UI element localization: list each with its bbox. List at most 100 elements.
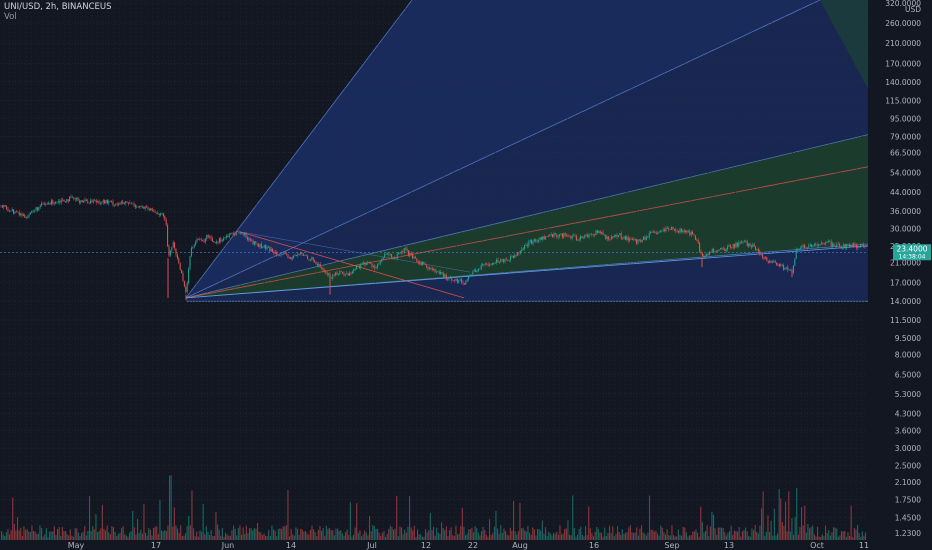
volume-bar bbox=[377, 528, 379, 540]
candle-body bbox=[291, 257, 293, 260]
time-tick-label: 16 bbox=[589, 541, 599, 550]
candle-body bbox=[423, 261, 425, 264]
candle-body bbox=[745, 240, 747, 242]
volume-bar bbox=[799, 527, 801, 540]
volume-bar bbox=[623, 534, 625, 540]
volume-bar bbox=[650, 529, 652, 540]
candle-body bbox=[416, 258, 418, 262]
candle-body bbox=[50, 200, 52, 205]
volume-bar bbox=[33, 531, 35, 540]
candle-body bbox=[610, 236, 612, 240]
candle-body bbox=[477, 268, 479, 271]
candle-body bbox=[248, 238, 250, 240]
candle-body bbox=[309, 259, 311, 260]
candle-body bbox=[434, 269, 436, 272]
volume-bar bbox=[69, 529, 71, 540]
volume-bar bbox=[372, 525, 374, 540]
candle-body bbox=[146, 206, 148, 208]
volume-bar bbox=[327, 528, 329, 540]
candle-body bbox=[46, 203, 48, 205]
candle-body bbox=[673, 229, 675, 230]
price-chart[interactable]: 320.0000260.0000210.0000170.0000140.0000… bbox=[0, 0, 932, 550]
price-tick-label: 36.0000 bbox=[890, 207, 921, 216]
volume-bar bbox=[285, 525, 287, 540]
volume-bar bbox=[716, 534, 718, 540]
volume-bar bbox=[653, 531, 655, 540]
candle-body bbox=[746, 241, 748, 247]
candle-body bbox=[668, 228, 670, 230]
candle-body bbox=[171, 247, 173, 251]
candle-body bbox=[174, 242, 176, 249]
candle-body bbox=[38, 207, 40, 211]
candle-body bbox=[217, 241, 219, 243]
candle-body bbox=[437, 271, 439, 273]
candle-body bbox=[592, 234, 594, 235]
candle-body bbox=[172, 242, 174, 248]
volume-bar bbox=[601, 532, 603, 540]
volume-legend[interactable]: Vol bbox=[4, 12, 17, 22]
candle-body bbox=[83, 200, 85, 203]
volume-bar bbox=[850, 505, 852, 540]
volume-bar bbox=[60, 536, 62, 540]
candle-body bbox=[515, 255, 517, 256]
candle-body bbox=[820, 242, 822, 244]
candle-body bbox=[594, 234, 596, 235]
candle-body bbox=[200, 238, 202, 240]
volume-bar bbox=[330, 530, 332, 540]
volume-bar bbox=[677, 529, 679, 540]
symbol-legend[interactable]: UNI/USD, 2h, BINANCEUS bbox=[4, 2, 112, 12]
volume-bar bbox=[383, 530, 385, 540]
volume-bar bbox=[445, 526, 447, 540]
candle-body bbox=[573, 235, 575, 237]
volume-bar bbox=[837, 536, 839, 540]
volume-bar bbox=[447, 535, 449, 540]
volume-bar bbox=[255, 528, 257, 540]
candle-body bbox=[153, 210, 155, 212]
volume-bar bbox=[117, 533, 119, 540]
candle-body bbox=[497, 259, 499, 262]
volume-bar bbox=[186, 526, 188, 540]
volume-bar bbox=[169, 475, 171, 540]
volume-bar bbox=[847, 532, 849, 540]
price-tick-label: 3.0000 bbox=[895, 444, 921, 453]
volume-bar bbox=[409, 496, 411, 540]
candle-body bbox=[260, 243, 262, 248]
volume-bar bbox=[433, 526, 435, 540]
candle-body bbox=[45, 203, 47, 205]
time-axis[interactable]: May 17 Jun 14 Jul 12 22 Aug 16 Sep 13 Oct 11 bbox=[0, 540, 932, 550]
price-tick-label: 54.0000 bbox=[890, 169, 921, 178]
candle-body bbox=[832, 243, 834, 247]
candle-body bbox=[69, 196, 71, 202]
volume-bar bbox=[316, 536, 318, 540]
candle-body bbox=[643, 236, 645, 240]
volume-bar bbox=[129, 532, 131, 540]
current-price-value: 23.4000 bbox=[896, 244, 927, 253]
volume-bar bbox=[245, 525, 247, 540]
candle-body bbox=[1, 205, 3, 208]
candle-body bbox=[28, 214, 30, 217]
volume-bar bbox=[265, 535, 267, 540]
volume-bar bbox=[381, 532, 383, 540]
volume-bar bbox=[223, 536, 225, 540]
volume-bar bbox=[690, 535, 692, 540]
volume-bar bbox=[21, 536, 23, 540]
candle-body bbox=[358, 266, 360, 269]
candle-body bbox=[130, 202, 132, 204]
volume-bar bbox=[201, 531, 203, 540]
candle-body bbox=[763, 257, 765, 259]
volume-bar bbox=[250, 528, 252, 540]
volume-bar bbox=[594, 531, 596, 540]
volume-bar bbox=[649, 495, 651, 540]
volume-bar bbox=[618, 532, 620, 540]
candle-body bbox=[489, 264, 491, 266]
price-axis[interactable]: 320.0000260.0000210.0000170.0000140.0000… bbox=[868, 0, 932, 550]
candle-body bbox=[267, 246, 269, 248]
volume-bar bbox=[442, 528, 444, 540]
candle-body bbox=[686, 230, 688, 233]
candle-body bbox=[78, 200, 80, 203]
volume-bar bbox=[148, 528, 150, 540]
candle-body bbox=[231, 233, 233, 234]
candle-body bbox=[286, 253, 288, 255]
volume-bar bbox=[695, 529, 697, 540]
volume-bar bbox=[90, 531, 92, 540]
